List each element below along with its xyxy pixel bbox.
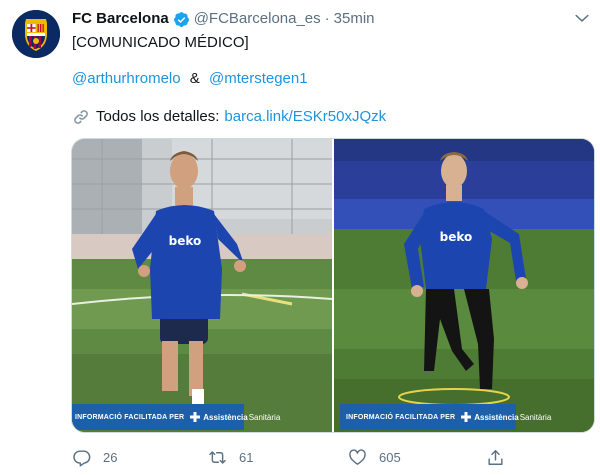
credit-brand-bold: Assistència	[474, 412, 519, 422]
credit-brand-light: Sanitària	[248, 412, 281, 422]
share-button[interactable]	[486, 447, 505, 467]
credit-brand: Assistència Sanitària	[190, 412, 280, 422]
tweet-text-line-1: [COMUNICADO MÉDICO]	[72, 34, 249, 51]
media-grid: beko INFORMACIÓ FACILITADA PER Assistènc…	[71, 138, 595, 433]
credit-banner-right: INFORMACIÓ FACILITADA PER Assistència San…	[340, 404, 551, 430]
arthur-training-photo: beko	[72, 139, 332, 432]
header-separator: ·	[324, 10, 330, 27]
share-icon	[488, 449, 503, 465]
tweet-action-bar: 26 61 605	[72, 447, 512, 467]
credit-brand-light: Sanitària	[519, 412, 552, 422]
link-icon	[74, 110, 88, 124]
photo-terstegen-training[interactable]: beko INFORMACIÓ FACILITADA PER Assistènc…	[334, 139, 594, 432]
credit-brand: Assistència Sanitària	[461, 412, 551, 422]
mention-connector: &	[189, 70, 200, 87]
credit-label: INFORMACIÓ FACILITADA PER	[346, 413, 456, 421]
credit-banner-left: INFORMACIÓ FACILITADA PER Assistència San…	[72, 404, 280, 430]
tweet-card[interactable]: FC Barcelona @FCBarcelona_es · 35min [CO…	[0, 0, 600, 475]
tweet-timestamp[interactable]: 35min	[334, 9, 375, 29]
fc-barcelona-crest-logo	[12, 10, 60, 58]
mention-link-mterstegen1[interactable]: @mterstegen1	[209, 70, 308, 87]
details-link[interactable]: barca.link/ESKr50xJQzk	[224, 107, 386, 127]
terstegen-training-photo: beko	[334, 139, 594, 432]
medical-plus-icon	[190, 412, 201, 422]
shirt-sponsor-text: beko	[440, 230, 473, 244]
chevron-down-icon[interactable]	[572, 8, 592, 28]
reply-button[interactable]: 26	[72, 447, 117, 467]
photo-arthur-training[interactable]: beko INFORMACIÓ FACILITADA PER Assistènc…	[72, 139, 332, 432]
credit-label: INFORMACIÓ FACILITADA PER	[75, 413, 185, 421]
like-button[interactable]: 605	[348, 447, 401, 467]
verified-badge-icon	[173, 11, 189, 27]
tweet-mentions: @arthurhromelo & @mterstegen1	[72, 69, 308, 89]
heart-icon	[349, 448, 366, 465]
shirt-sponsor-text: beko	[169, 234, 202, 248]
reply-icon	[73, 449, 91, 467]
reply-count: 26	[103, 449, 118, 465]
author-name[interactable]: FC Barcelona	[72, 9, 169, 29]
avatar[interactable]	[12, 10, 60, 58]
details-label: Todos los detalles:	[96, 108, 220, 125]
retweet-button[interactable]: 61	[208, 447, 253, 467]
like-count: 605	[379, 449, 401, 465]
credit-brand-bold: Assistència	[203, 412, 248, 422]
mention-link-arthurhromelo[interactable]: @arthurhromelo	[72, 70, 181, 87]
retweet-count: 61	[239, 449, 254, 465]
retweet-icon	[209, 450, 226, 464]
author-handle[interactable]: @FCBarcelona_es	[194, 9, 321, 29]
tweet-details-line: Todos los detalles: barca.link/ESKr50xJQ…	[72, 107, 386, 127]
tweet-header: FC Barcelona @FCBarcelona_es · 35min	[72, 9, 572, 29]
medical-plus-icon	[461, 412, 472, 422]
